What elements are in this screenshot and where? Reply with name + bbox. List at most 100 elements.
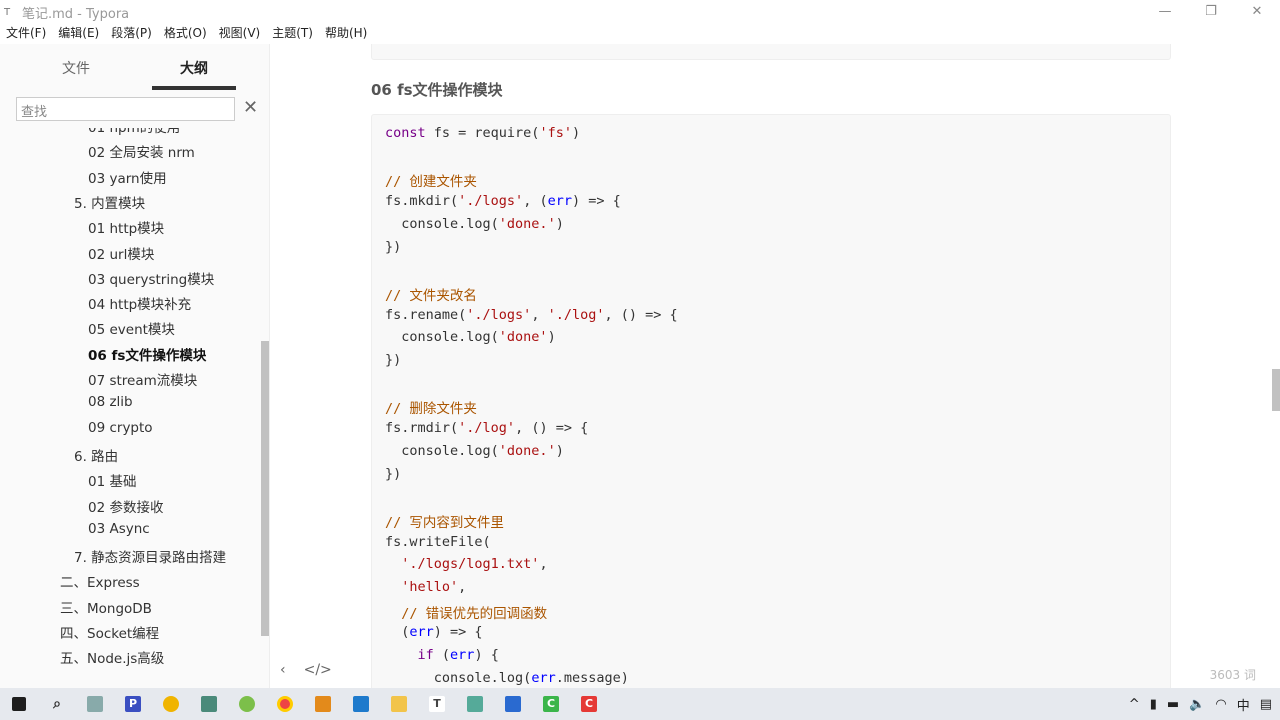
outline-item[interactable]: 02 全局安装 nrm — [88, 141, 195, 161]
folder-icon[interactable] — [380, 688, 418, 720]
code-token: 'done.' — [498, 442, 556, 459]
code-token: ) — [555, 442, 564, 459]
sidebar-scrollbar[interactable] — [261, 341, 269, 636]
previous-code-block[interactable]: event.emit('play', '中国机长') — [371, 44, 1171, 60]
code-token: fs.rmdir( — [385, 420, 459, 437]
code-token: }) — [385, 465, 402, 482]
code-token: './logs' — [458, 193, 524, 210]
code-token: }) — [385, 238, 402, 255]
p-app-icon[interactable]: P — [114, 688, 152, 720]
ime-indicator[interactable]: 中 — [1237, 695, 1250, 714]
code-token: fs.writeFile( — [385, 533, 491, 550]
typora-app-icon: T — [4, 6, 11, 18]
code-token: console.log( — [385, 442, 499, 459]
code-token: , — [539, 556, 548, 573]
code-token: }) — [385, 352, 402, 368]
code-token: './log' — [458, 420, 516, 437]
outline-item[interactable]: 五、Node.js高级 — [60, 647, 164, 667]
minimize-button[interactable]: — — [1142, 0, 1188, 24]
sublime-icon[interactable] — [304, 688, 342, 720]
app-icon[interactable] — [76, 688, 114, 720]
outline-item[interactable]: 5. 内置模块 — [74, 192, 145, 212]
maximize-button[interactable]: ❐ — [1188, 0, 1234, 24]
code-token: './logs/log1.txt' — [401, 556, 540, 573]
microphone-icon[interactable]: ▮ — [1150, 697, 1157, 712]
menu-item[interactable]: 编辑(E) — [52, 24, 105, 44]
code-token: 'fs' — [539, 125, 572, 141]
chrome-icon[interactable] — [266, 688, 304, 720]
outline-item[interactable]: 三、MongoDB — [60, 597, 152, 617]
search-icon[interactable]: ⌕ — [38, 688, 76, 720]
app-icon[interactable] — [152, 688, 190, 720]
code-line: console.log('done.') — [385, 443, 564, 459]
code-token: if — [417, 647, 434, 664]
app-icon[interactable] — [494, 688, 532, 720]
menu-item[interactable]: 帮助(H) — [319, 24, 373, 44]
camtasia-red-icon[interactable]: C — [570, 688, 608, 720]
fs-code-block[interactable]: const fs = require('fs') // 创建文件夹 fs.mkdir… — [371, 114, 1171, 688]
vscode-icon[interactable] — [342, 688, 380, 720]
windows-start-icon[interactable] — [0, 688, 38, 720]
outline-item[interactable]: 二、Express — [60, 571, 140, 591]
outline-item[interactable]: 01 基础 — [88, 470, 136, 490]
menu-bar: 文件(F) 编辑(E) 段落(P) 格式(O) 视图(V) 主题(T) 帮助(H) — [0, 24, 373, 44]
outline-item[interactable]: 06 fs文件操作模块 — [88, 344, 206, 364]
tray-expand-icon[interactable]: ^ — [1129, 697, 1140, 712]
tab-files[interactable]: 文件 — [34, 58, 118, 78]
outline-item[interactable]: 03 querystring模块 — [88, 268, 214, 288]
code-line: console.log(err.message) — [385, 670, 629, 686]
code-token: , () => { — [515, 420, 589, 437]
outline-item[interactable]: 四、Socket编程 — [60, 622, 159, 642]
editor[interactable]: event.emit('play', '中国机长') 06 fs文件操作模块 c… — [271, 44, 1271, 688]
code-line: console.log('done.') — [385, 216, 564, 232]
menu-item[interactable]: 段落(P) — [105, 24, 158, 44]
outline-search-input[interactable]: 查找 — [16, 97, 235, 121]
outline-item[interactable]: 09 crypto — [88, 420, 153, 436]
code-token: ) => { — [433, 624, 483, 641]
code-token: fs.rename( — [385, 306, 467, 323]
menu-item[interactable]: 主题(T) — [266, 24, 319, 44]
close-button[interactable]: ✕ — [1234, 0, 1280, 24]
code-line: if (err) { — [385, 647, 499, 663]
camtasia-green-icon[interactable]: C — [532, 688, 570, 720]
tab-outline[interactable]: 大纲 — [152, 58, 236, 90]
app-icon[interactable] — [190, 688, 228, 720]
editor-scrollbar[interactable] — [1272, 369, 1280, 411]
code-token: err — [531, 669, 556, 686]
outline-item[interactable]: 7. 静态资源目录路由搭建 — [74, 546, 226, 566]
outline-item[interactable]: 01 npm的使用 — [88, 128, 180, 136]
typora-icon[interactable]: T — [418, 688, 456, 720]
code-token: fs = require( — [425, 125, 540, 141]
code-line: // 创建文件夹 — [385, 170, 477, 190]
code-line: console.log('done') — [385, 329, 555, 345]
notification-icon[interactable]: ▤ — [1260, 697, 1272, 712]
outline-item[interactable]: 03 yarn使用 — [88, 167, 167, 187]
menu-item[interactable]: 格式(O) — [158, 24, 213, 44]
outline-item[interactable]: 05 event模块 — [88, 318, 175, 338]
menu-item[interactable]: 视图(V) — [213, 24, 267, 44]
outline-item[interactable]: 07 stream流模块 — [88, 369, 197, 389]
app-icon[interactable] — [456, 688, 494, 720]
outline-item[interactable]: 04 http模块补充 — [88, 293, 191, 313]
clear-search-close-icon[interactable]: ✕ — [243, 97, 258, 118]
outline-item[interactable]: 02 url模块 — [88, 243, 154, 263]
wifi-icon[interactable]: ◠ — [1215, 697, 1226, 712]
code-token: const — [385, 125, 426, 141]
code-token: ) => { — [571, 193, 621, 210]
code-token: ) — [555, 215, 564, 232]
code-token: ) — [571, 125, 581, 141]
menu-item[interactable]: 文件(F) — [0, 24, 52, 44]
outline-item[interactable]: 6. 路由 — [74, 445, 118, 465]
app-icon[interactable] — [228, 688, 266, 720]
code-line: fs.mkdir('./logs', (err) => { — [385, 193, 621, 209]
outline-item[interactable]: 08 zlib — [88, 394, 133, 410]
word-count: 3603 词 — [1209, 668, 1256, 682]
code-token: './logs' — [466, 306, 532, 323]
outline-item[interactable]: 03 Async — [88, 521, 150, 537]
battery-icon[interactable]: ▬ — [1167, 697, 1179, 712]
code-token: 'done.' — [498, 215, 556, 232]
outline-item[interactable]: 01 http模块 — [88, 217, 164, 237]
volume-icon[interactable]: 🔈 — [1189, 697, 1205, 712]
outline-item[interactable]: 02 参数接收 — [88, 496, 163, 516]
